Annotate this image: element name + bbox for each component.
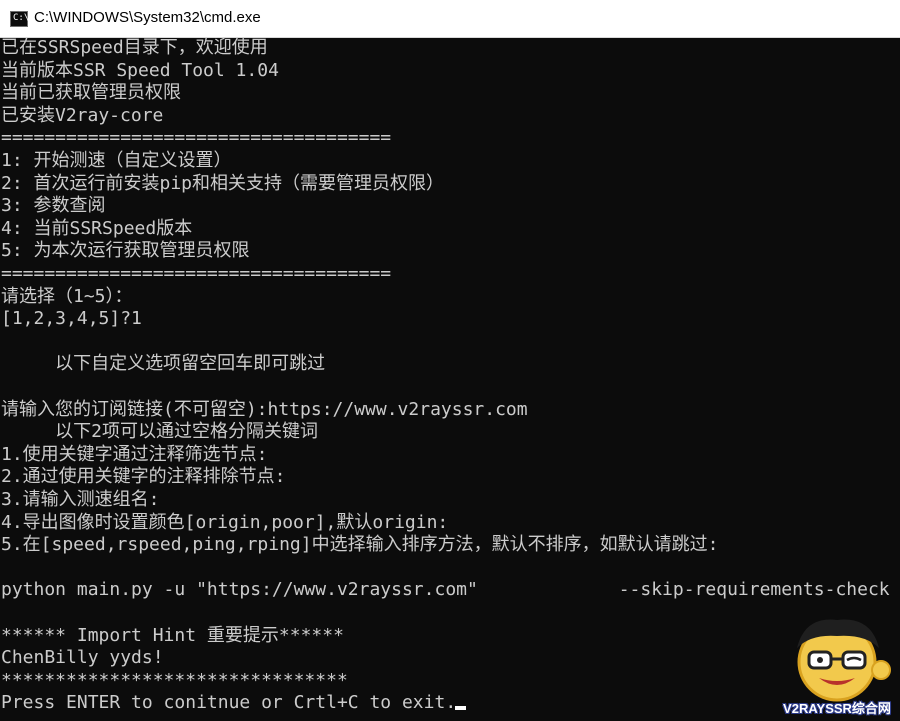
console-line: 以下自定义选项留空回车即可跳过 <box>1 353 326 375</box>
watermark-text: V2RAYSSR综合网 <box>783 701 891 716</box>
console-line: 请选择（1~5）： <box>1 285 133 307</box>
console-line: 请输入您的订阅链接(不可留空):https://www.v2rayssr.com <box>1 398 528 420</box>
window-title: C:\WINDOWS\System32\cmd.exe <box>34 9 261 26</box>
cmd-icon-glyph: C:\ <box>13 13 30 23</box>
console-line: 2: 首次运行前安装pip和相关支持（需要管理员权限） <box>1 172 445 194</box>
console-output[interactable]: 已在SSRSpeed目录下，欢迎使用 当前版本SSR Speed Tool 1.0… <box>0 37 900 721</box>
text-cursor <box>455 706 466 710</box>
console-line: 4.导出图像时设置颜色[origin,poor],默认origin: <box>1 511 449 533</box>
console-line: 5: 为本次运行获取管理员权限 <box>1 240 250 262</box>
console-line: [1,2,3,4,5]?1 <box>1 308 142 330</box>
console-line: 1: 开始测速（自定义设置） <box>1 150 232 171</box>
mascot-face-icon <box>797 619 891 702</box>
window-titlebar[interactable]: C:\ C:\WINDOWS\System32\cmd.exe <box>0 0 900 38</box>
console-line: 1.使用关键字通过注释筛选节点: <box>1 443 268 465</box>
console-line: Press ENTER to conitnue or Crtl+C to exi… <box>1 692 457 714</box>
watermark-logo: V2RAYSSR综合网 <box>775 612 899 718</box>
console-line: 已在SSRSpeed目录下，欢迎使用 <box>1 37 268 58</box>
console-line: 当前已获取管理员权限 <box>1 82 181 104</box>
console-line: ******************************** <box>1 669 348 691</box>
console-line: 当前版本SSR Speed Tool 1.04 <box>1 59 279 81</box>
console-line: python main.py -u "https://www.v2rayssr.… <box>1 579 890 601</box>
console-line: 已安装V2ray-core <box>1 104 164 126</box>
console-line: ChenBilly yyds! <box>1 647 164 669</box>
console-line: ==================================== <box>1 127 392 149</box>
console-line: 3.请输入测速组名: <box>1 489 160 510</box>
console-line: 2.通过使用关键字的注释排除节点: <box>1 466 286 488</box>
console-line: 以下2项可以通过空格分隔关键词 <box>1 421 319 443</box>
console-line: 5.在[speed,rspeed,ping,rping]中选择输入排序方法，默认… <box>1 534 719 556</box>
console-line: ****** Import Hint 重要提示****** <box>1 624 344 646</box>
console-line: 3: 参数查阅 <box>1 195 106 217</box>
cmd-icon: C:\ <box>10 11 30 27</box>
console-line: 4: 当前SSRSpeed版本 <box>1 217 193 239</box>
console-line: ==================================== <box>1 263 392 284</box>
